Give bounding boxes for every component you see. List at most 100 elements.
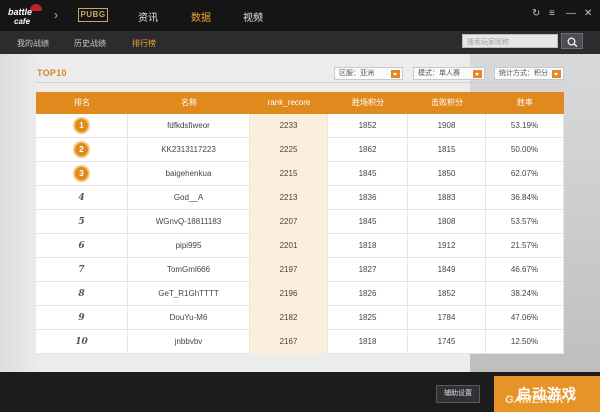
cell-rank-recore: 2207 xyxy=(250,210,328,234)
rank-number: 10 xyxy=(75,337,88,347)
col-rank[interactable]: 排名 xyxy=(36,92,128,114)
cell-rank: 5 xyxy=(36,210,128,234)
cell-rank-recore: 2233 xyxy=(250,114,328,138)
close-icon[interactable]: ✕ xyxy=(584,8,592,19)
cell-win-rate: 62.07% xyxy=(486,162,564,186)
table-row[interactable]: 2 KK2313117223 2225 1862 1815 50.00% xyxy=(36,138,564,162)
leaderboard-title: TOP10 xyxy=(37,68,67,78)
nav-tab-video[interactable]: 视频 xyxy=(243,9,263,24)
search-button[interactable] xyxy=(561,33,583,49)
region-dropdown[interactable]: 区服：亚洲 xyxy=(334,67,403,80)
minimize-icon[interactable]: — xyxy=(566,8,576,19)
cell-rank: 4 xyxy=(36,186,128,210)
cell-win-rate: 12.50% xyxy=(486,330,564,354)
cell-name: WGnvQ-18811183 xyxy=(128,210,250,234)
subtab-leaderboard[interactable]: 排行榜 xyxy=(132,38,156,49)
game-badge[interactable]: PUBG xyxy=(78,8,108,22)
sort-value: 统计方式：积分 xyxy=(499,70,548,77)
rank-number: 6 xyxy=(78,241,85,251)
cell-name: TomGml666 xyxy=(128,258,250,282)
app-logo[interactable]: battle cafe xyxy=(6,4,50,28)
cell-name: GeT_R1GhTTTT xyxy=(128,282,250,306)
cell-name: jnbbvbv xyxy=(128,330,250,354)
cell-rank: 10 xyxy=(36,330,128,354)
refresh-icon[interactable]: ↻ xyxy=(532,8,540,19)
mode-value: 模式：单人赛 xyxy=(418,70,460,77)
cell-win-rate: 53.19% xyxy=(486,114,564,138)
region-value: 区服：亚洲 xyxy=(339,70,374,77)
cell-kill-points: 1850 xyxy=(408,162,486,186)
cell-rank-recore: 2213 xyxy=(250,186,328,210)
sort-dropdown[interactable]: 统计方式：积分 xyxy=(494,67,564,80)
cell-win-points: 1845 xyxy=(328,162,408,186)
col-rank-recore[interactable]: rank_recore xyxy=(250,92,328,114)
cell-rank: 8 xyxy=(36,282,128,306)
cell-name: fdfkdsfiweor xyxy=(128,114,250,138)
nav-tab-news[interactable]: 资讯 xyxy=(138,9,158,24)
cell-win-points: 1818 xyxy=(328,234,408,258)
rank-number: 8 xyxy=(78,289,85,299)
logo-line2: cafe xyxy=(14,17,31,26)
cell-rank-recore: 2225 xyxy=(250,138,328,162)
cell-win-rate: 50.00% xyxy=(486,138,564,162)
cell-win-rate: 47.06% xyxy=(486,306,564,330)
rank-medal-icon: 1 xyxy=(73,117,90,134)
background-art-left xyxy=(0,54,40,372)
menu-icon[interactable]: ≡ xyxy=(549,8,555,19)
cell-win-rate: 38.24% xyxy=(486,282,564,306)
cell-kill-points: 1815 xyxy=(408,138,486,162)
chevron-right-icon: › xyxy=(54,8,58,22)
subtab-history[interactable]: 历史战绩 xyxy=(74,38,106,49)
rank-number: 4 xyxy=(78,193,85,203)
chevron-down-icon xyxy=(552,70,561,78)
table-row[interactable]: 1 fdfkdsfiweor 2233 1852 1908 53.19% xyxy=(36,114,564,138)
table-row[interactable]: 3 baigehenkua 2215 1845 1850 62.07% xyxy=(36,162,564,186)
table-row[interactable]: 6 pipi995 2201 1818 1912 21.57% xyxy=(36,234,564,258)
watermark: GAMERSKY xyxy=(505,394,573,406)
cell-win-points: 1827 xyxy=(328,258,408,282)
table-row[interactable]: 7 TomGml666 2197 1827 1849 46.67% xyxy=(36,258,564,282)
cell-name: God__A xyxy=(128,186,250,210)
cell-kill-points: 1912 xyxy=(408,234,486,258)
cell-win-rate: 46.67% xyxy=(486,258,564,282)
cell-rank: 6 xyxy=(36,234,128,258)
cell-rank-recore: 2182 xyxy=(250,306,328,330)
cell-name: baigehenkua xyxy=(128,162,250,186)
search-input[interactable]: 搜索玩家昵称 xyxy=(462,34,558,48)
cell-rank-recore: 2197 xyxy=(250,258,328,282)
cell-rank-recore: 2215 xyxy=(250,162,328,186)
rank-number: 7 xyxy=(78,265,85,275)
title-divider xyxy=(36,82,564,83)
col-name[interactable]: 名称 xyxy=(128,92,250,114)
subtab-my-record[interactable]: 我的战绩 xyxy=(17,38,49,49)
nav-tab-data[interactable]: 数据 xyxy=(191,9,211,24)
col-win-rate[interactable]: 胜率 xyxy=(486,92,564,114)
cell-rank: 2 xyxy=(36,138,128,162)
cell-name: KK2313117223 xyxy=(128,138,250,162)
logo-line1: battle xyxy=(8,7,33,17)
cell-rank-recore: 2167 xyxy=(250,330,328,354)
cell-win-rate: 21.57% xyxy=(486,234,564,258)
cell-win-points: 1862 xyxy=(328,138,408,162)
rank-medal-icon: 3 xyxy=(73,165,90,182)
cell-kill-points: 1745 xyxy=(408,330,486,354)
cell-rank: 1 xyxy=(36,114,128,138)
cell-win-rate: 53.57% xyxy=(486,210,564,234)
table-row[interactable]: 4 God__A 2213 1836 1883 36.84% xyxy=(36,186,564,210)
chevron-down-icon xyxy=(473,70,482,78)
search-icon xyxy=(567,37,578,47)
table-row[interactable]: 10 jnbbvbv 2167 1818 1745 12.50% xyxy=(36,330,564,354)
cell-win-points: 1836 xyxy=(328,186,408,210)
cell-kill-points: 1849 xyxy=(408,258,486,282)
table-row[interactable]: 9 DouYu-M6 2182 1825 1784 47.06% xyxy=(36,306,564,330)
col-kill-points[interactable]: 击败积分 xyxy=(408,92,486,114)
cell-win-points: 1852 xyxy=(328,114,408,138)
col-win-points[interactable]: 胜场积分 xyxy=(328,92,408,114)
cell-win-points: 1818 xyxy=(328,330,408,354)
table-row[interactable]: 8 GeT_R1GhTTTT 2196 1826 1852 38.24% xyxy=(36,282,564,306)
cell-rank: 3 xyxy=(36,162,128,186)
chevron-down-icon xyxy=(391,70,400,78)
table-row[interactable]: 5 WGnvQ-18811183 2207 1845 1808 53.57% xyxy=(36,210,564,234)
assist-settings-button[interactable]: 辅助设置 xyxy=(436,385,480,403)
mode-dropdown[interactable]: 模式：单人赛 xyxy=(413,67,485,80)
